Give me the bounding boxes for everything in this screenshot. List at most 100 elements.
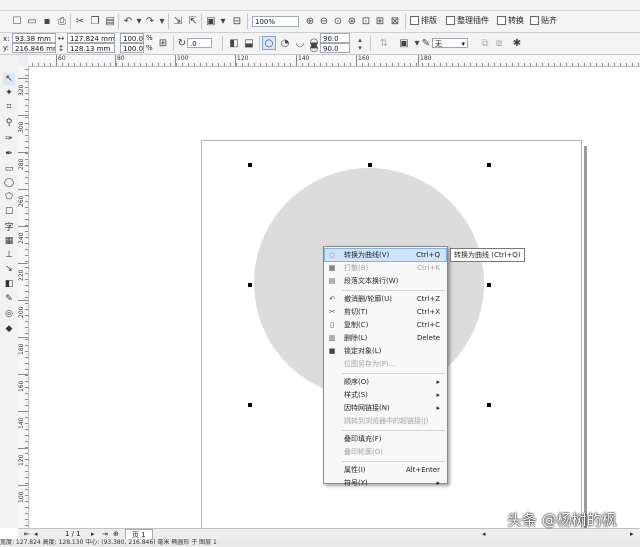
- ruler-minor-tick: [25, 429, 28, 430]
- paste-icon[interactable]: ▤: [103, 14, 117, 28]
- cut-icon[interactable]: ✂: [73, 14, 87, 28]
- context-menu-item[interactable]: ■ 锁定对象(L): [325, 345, 446, 357]
- zoom-in-icon[interactable]: ⊕: [303, 14, 317, 28]
- export-icon[interactable]: ⇱: [186, 14, 200, 28]
- menu-item-shortcut: Ctrl+C: [416, 321, 440, 329]
- eyedropper-icon[interactable]: ✎: [3, 293, 15, 305]
- ruler-label: 140: [298, 55, 310, 62]
- last-page-icon[interactable]: ⇥: [102, 530, 108, 538]
- x-position-field[interactable]: 93.38 mm: [12, 33, 56, 43]
- next-page-icon[interactable]: ▸: [91, 530, 95, 538]
- pick-tool-icon[interactable]: ↖: [3, 73, 15, 85]
- pie-mode-icon[interactable]: ◔: [278, 36, 292, 50]
- print-icon[interactable]: ⎙: [55, 14, 69, 28]
- rotation-field[interactable]: .0: [187, 38, 212, 48]
- settings-icon[interactable]: ✱: [510, 36, 524, 50]
- import-icon[interactable]: ⇲: [171, 14, 185, 28]
- chevron-down-icon[interactable]: ▾: [155, 14, 169, 28]
- outline-to-object-icon[interactable]: ⧈: [492, 36, 506, 50]
- convert-to-curves-icon[interactable]: ⧉: [478, 36, 492, 50]
- lock-ratio-icon[interactable]: ⊞: [156, 36, 170, 50]
- convert-button[interactable]: 转换: [497, 15, 524, 26]
- prev-page-icon[interactable]: ◂: [34, 530, 38, 538]
- dimension-tool-icon[interactable]: ⊥: [3, 249, 15, 261]
- selection-handle-right[interactable]: [487, 283, 491, 287]
- context-menu-item[interactable]: ↶ 撤消删/轮廓(U) Ctrl+Z: [325, 293, 446, 305]
- menu-item-label: 打散(B): [344, 264, 369, 272]
- zoom-page-icon[interactable]: ⊡: [359, 14, 373, 28]
- first-page-icon[interactable]: ⇤: [24, 530, 30, 538]
- scroll-right-icon[interactable]: ▸: [630, 530, 634, 538]
- y-position-field[interactable]: 216.846 mm: [12, 43, 56, 53]
- selection-handle-left[interactable]: [248, 283, 252, 287]
- context-menu-item[interactable]: 样式(S) ▸: [325, 389, 446, 401]
- context-menu-item[interactable]: ◌ 转换为曲线(V) Ctrl+Q: [324, 248, 447, 262]
- selection-handle-top-left[interactable]: [248, 163, 252, 167]
- context-menu-item[interactable]: 因特网链接(N) ▸: [325, 402, 446, 414]
- fill-bucket-icon[interactable]: ◆: [3, 323, 15, 335]
- chevron-down-icon[interactable]: ▾: [216, 14, 230, 28]
- context-menu-item[interactable]: 符号(Y) ▸: [325, 477, 446, 489]
- selection-handle-bottom-left[interactable]: [248, 403, 252, 407]
- welcome-icon[interactable]: ⊟: [230, 14, 244, 28]
- height-icon: ↕: [57, 43, 65, 53]
- scroll-left-icon[interactable]: ◂: [482, 530, 486, 538]
- wrap-icon[interactable]: ▣: [397, 36, 411, 50]
- connector-tool-icon[interactable]: ↘: [3, 263, 15, 275]
- mirror-h-icon[interactable]: ◧: [227, 36, 241, 50]
- zoom-all-icon[interactable]: ⊛: [345, 14, 359, 28]
- add-page-icon[interactable]: ⊕: [113, 530, 119, 538]
- direction-icon[interactable]: ⇅: [377, 36, 391, 50]
- start-angle-field[interactable]: 90.0: [320, 33, 350, 43]
- vertical-ruler[interactable]: 320 300 280 260 240 220 200 180 160 140 120 100: [18, 66, 29, 528]
- selection-handle-top-right[interactable]: [487, 163, 491, 167]
- freehand-tool-icon[interactable]: ✑: [3, 133, 15, 145]
- text-tool-icon[interactable]: 字: [3, 220, 15, 233]
- save-icon[interactable]: ▪: [40, 14, 54, 28]
- context-menu-item[interactable]: ▯ 复制(C) Ctrl+C: [325, 319, 446, 331]
- horizontal-ruler[interactable]: 60 80 100 120 140 160 180: [28, 55, 640, 67]
- outline-width-select[interactable]: 无 ▾: [432, 38, 468, 48]
- width-field[interactable]: 127.824 mm: [67, 33, 115, 43]
- shape-tool-icon[interactable]: ✦: [3, 87, 15, 99]
- scale-x-field[interactable]: 100.0: [120, 33, 144, 43]
- outline-pen-icon[interactable]: ◎: [3, 308, 15, 320]
- context-menu-item[interactable]: 叠印填充(F): [325, 433, 446, 445]
- context-menu-item[interactable]: 属性(I) Alt+Enter: [325, 464, 446, 476]
- layout-button[interactable]: 排版: [410, 15, 437, 26]
- rectangle-tool-icon[interactable]: ▭: [3, 163, 15, 175]
- selection-handle-bottom-right[interactable]: [487, 403, 491, 407]
- artistic-media-icon[interactable]: ✒: [3, 148, 15, 160]
- zoom-tool-icon[interactable]: ⚲: [3, 117, 15, 129]
- basic-shapes-icon[interactable]: ☐: [3, 206, 15, 218]
- height-field[interactable]: 128.13 mm: [67, 43, 115, 53]
- zoom-selected-icon[interactable]: ⊙: [331, 14, 345, 28]
- zoom-out-icon[interactable]: ⊖: [317, 14, 331, 28]
- ellipse-tool-icon[interactable]: ◯: [3, 177, 15, 189]
- polygon-tool-icon[interactable]: ⬠: [3, 191, 15, 203]
- scale-y-field[interactable]: 100.0: [120, 43, 144, 53]
- ellipse-mode-icon[interactable]: ○: [262, 36, 276, 50]
- snap-button[interactable]: 贴齐: [530, 15, 557, 26]
- crop-tool-icon[interactable]: ⌗: [3, 101, 15, 113]
- context-menu-item[interactable]: ▥ 删除(L) Delete: [325, 332, 446, 344]
- end-angle-field[interactable]: 90.0: [320, 43, 350, 53]
- context-menu-item[interactable]: ▤ 段落文本换行(W): [325, 275, 446, 287]
- zoom-width-icon[interactable]: ⊞: [373, 14, 387, 28]
- copy-icon[interactable]: ❐: [88, 14, 102, 28]
- zoom-height-icon[interactable]: ⊠: [388, 14, 402, 28]
- menu-item-shortcut: Ctrl+X: [416, 308, 440, 316]
- new-file-icon[interactable]: ☐: [10, 14, 24, 28]
- open-folder-icon[interactable]: ▭: [25, 14, 39, 28]
- zoom-select[interactable]: 100%: [252, 16, 299, 27]
- interactive-fill-icon[interactable]: ◧: [3, 278, 15, 290]
- mirror-v-icon[interactable]: ⬓: [242, 36, 256, 50]
- context-menu-item[interactable]: ✂ 剪切(T) Ctrl+X: [325, 306, 446, 318]
- menu-item-label: 复制(C): [344, 321, 369, 329]
- chevron-down-icon[interactable]: ▾: [353, 41, 367, 55]
- context-menu-item[interactable]: 顺序(O) ▸: [325, 376, 446, 388]
- arc-mode-icon[interactable]: ◡: [293, 36, 307, 50]
- table-tool-icon[interactable]: ▦: [3, 235, 15, 247]
- plugin-button[interactable]: 整理插件: [446, 15, 489, 26]
- selection-handle-top[interactable]: [368, 163, 372, 167]
